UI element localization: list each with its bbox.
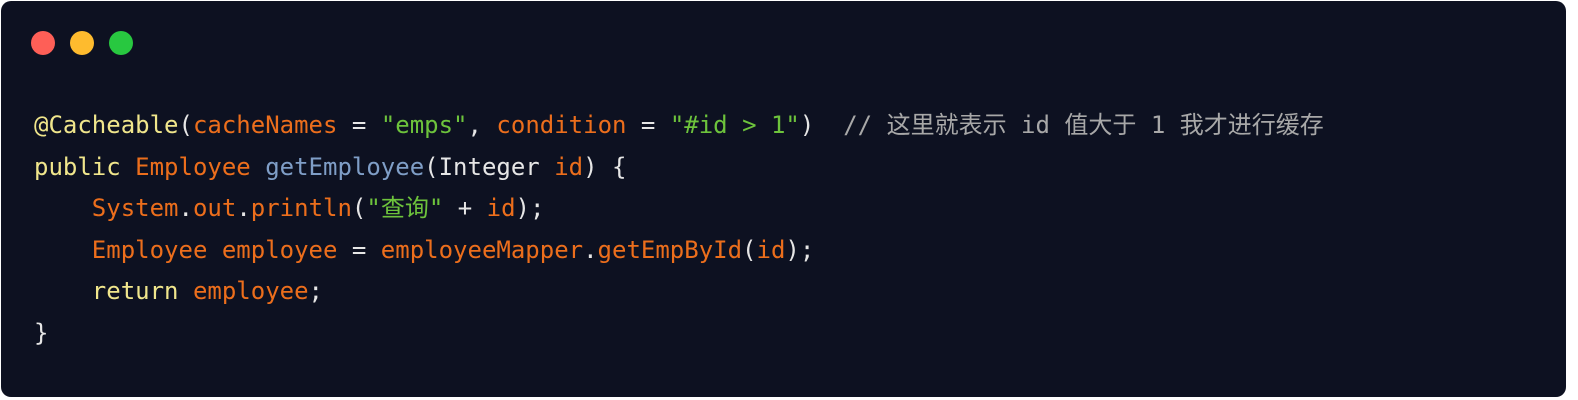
code-line: Employee employee = employeeMapper.getEm… — [34, 230, 1324, 272]
code-token-identifier: employee — [192, 277, 309, 306]
code-token-annotation: @Cacheable — [34, 111, 179, 139]
code-line: public Employee getEmployee(Integer id) … — [34, 147, 1324, 189]
code-line: @Cacheable(cacheNames = "emps", conditio… — [34, 105, 1324, 147]
code-line: System.out.println("查询" + id); — [34, 188, 1324, 230]
code-token-plain: ( — [742, 235, 757, 264]
code-token-plain: ( — [351, 194, 367, 223]
code-token-identifier: id — [486, 194, 516, 223]
code-token-identifier: employeeMapper — [380, 235, 584, 264]
code-token-plain: ) { — [583, 152, 627, 181]
code-token-method: getEmployee — [265, 152, 425, 181]
code-token-identifier: println — [250, 194, 352, 223]
code-token-plain: = — [337, 235, 381, 264]
code-token-plain: } — [34, 318, 49, 347]
code-token-plain: + — [443, 194, 487, 223]
code-block: @Cacheable(cacheNames = "emps", conditio… — [34, 105, 1324, 355]
window-controls — [31, 31, 133, 55]
code-line: } — [34, 313, 1324, 355]
code-token-identifier: condition — [496, 111, 627, 139]
code-token-identifier: getEmpById — [597, 235, 743, 264]
code-token-plain: = — [337, 111, 381, 139]
code-token-plain: . — [178, 194, 193, 223]
maximize-button-icon[interactable] — [109, 31, 133, 55]
code-token-identifier: cacheNames — [192, 111, 338, 139]
code-token-plain: . — [583, 235, 598, 264]
code-token-comment: // 这里就表示 id 值大于 1 我才进行缓存 — [843, 111, 1324, 139]
code-token-plain: , — [467, 111, 497, 139]
code-token-plain: = — [626, 111, 670, 139]
code-token-keyword: return — [91, 277, 179, 306]
code-token-plain: ) — [799, 111, 844, 139]
code-token-identifier: Employee — [135, 152, 251, 181]
code-token-plain: . — [236, 194, 251, 223]
code-token-identifier: out — [192, 194, 237, 223]
code-window: @Cacheable(cacheNames = "emps", conditio… — [1, 1, 1566, 397]
code-token-identifier: id — [756, 235, 786, 264]
code-line: return employee; — [34, 271, 1324, 313]
code-token-identifier: Employee — [91, 235, 208, 264]
code-token-identifier: System — [91, 194, 179, 223]
code-token-identifier: employee — [221, 235, 338, 264]
code-token-plain: ); — [785, 235, 815, 264]
code-token-string: "查询" — [366, 194, 444, 223]
code-token-plain: ; — [308, 277, 323, 306]
code-token-plain: (Integer — [424, 152, 555, 181]
minimize-button-icon[interactable] — [70, 31, 94, 55]
code-token-string: "emps" — [380, 111, 468, 139]
code-token-plain: ); — [515, 194, 545, 223]
code-token-keyword: public — [34, 152, 121, 181]
close-button-icon[interactable] — [31, 31, 55, 55]
code-token-identifier: id — [554, 152, 584, 181]
code-token-plain: ( — [178, 111, 193, 139]
code-token-string: "#id > 1" — [669, 111, 800, 139]
